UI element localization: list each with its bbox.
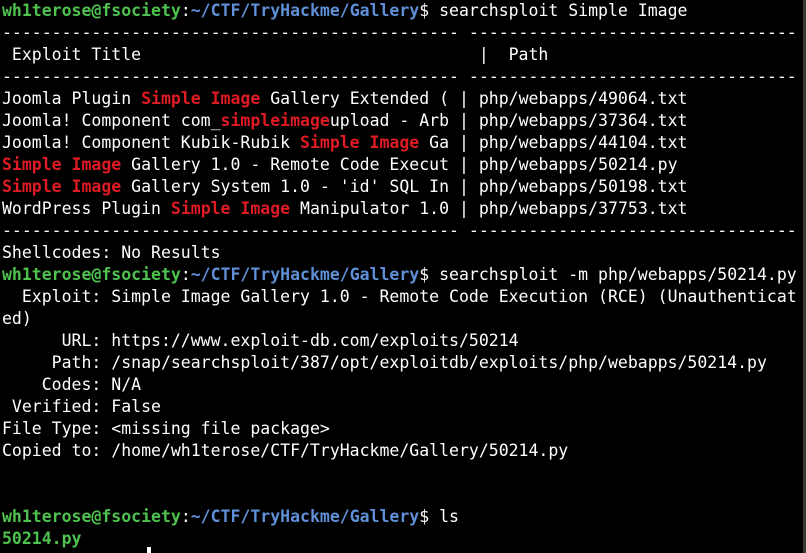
exploit-path: php/webapps/49064.txt <box>478 89 688 108</box>
exploit-path: php/webapps/37364.txt <box>478 111 688 130</box>
prompt-user: wh1terose@fsociety <box>2 1 181 20</box>
search-highlight: simpleimage <box>220 111 330 130</box>
command-text: ls <box>439 507 459 526</box>
table-divider-header: ----------------------------------------… <box>2 67 797 86</box>
codes-line: Codes: N/A <box>2 375 142 394</box>
search-highlight: Simple Image <box>2 155 122 174</box>
exploit-info-wrap: ed) <box>2 309 32 328</box>
table-row: Joomla! Component Kubik-Rubik Simple Ima… <box>2 133 688 152</box>
table-divider-bottom: ----------------------------------------… <box>2 221 797 240</box>
table-row: Simple Image Gallery System 1.0 - 'id' S… <box>2 177 688 196</box>
copied-line: Copied to: /home/wh1terose/CTF/TryHackme… <box>2 441 569 460</box>
prompt-path: ~/CTF/TryHackme/Gallery <box>190 507 420 526</box>
verified-line: Verified: False <box>2 397 161 416</box>
terminal-window[interactable]: wh1terose@fsociety:~/CTF/TryHackme/Galle… <box>0 0 806 553</box>
prompt-user: wh1terose@fsociety <box>2 265 181 284</box>
prompt-path: ~/CTF/TryHackme/Gallery <box>190 1 420 20</box>
exploit-info-line: Exploit: Simple Image Gallery 1.0 - Remo… <box>2 287 797 306</box>
exploit-path: php/webapps/50198.txt <box>478 177 688 196</box>
search-highlight: Simple Image <box>170 199 291 218</box>
exploit-path: php/webapps/37753.txt <box>478 199 688 218</box>
ls-output: 50214.py <box>2 528 806 550</box>
command-text: searchsploit -m php/webapps/50214.py <box>439 265 797 284</box>
command-text: searchsploit Simple Image <box>439 1 688 20</box>
file-entry: 50214.py <box>2 529 82 548</box>
prompt-line-2: wh1terose@fsociety:~/CTF/TryHackme/Galle… <box>2 265 797 284</box>
prompt-line-3: wh1terose@fsociety:~/CTF/TryHackme/Galle… <box>2 507 459 526</box>
filetype-line: File Type: <missing file package> <box>2 419 330 438</box>
table-row: Joomla Plugin Simple Image Gallery Exten… <box>2 89 688 108</box>
search-highlight: Simple Image <box>2 177 122 196</box>
prompt-user: wh1terose@fsociety <box>2 507 181 526</box>
prompt-line-1: wh1terose@fsociety:~/CTF/TryHackme/Galle… <box>2 1 688 20</box>
table-row: WordPress Plugin Simple Image Manipulato… <box>2 199 688 218</box>
url-line: URL: https://www.exploit-db.com/exploits… <box>2 331 519 350</box>
search-highlight: Simple Image <box>300 133 420 152</box>
path-line: Path: /snap/searchsploit/387/opt/exploit… <box>2 353 767 372</box>
table-divider-top: ----------------------------------------… <box>2 23 797 42</box>
cursor-icon <box>147 547 151 553</box>
shellcodes-line: Shellcodes: No Results <box>2 243 221 262</box>
table-row: Simple Image Gallery 1.0 - Remote Code E… <box>2 155 678 174</box>
exploit-path: php/webapps/50214.py <box>478 155 678 174</box>
search-highlight: Simple Image <box>141 89 261 108</box>
exploit-path: php/webapps/44104.txt <box>478 133 688 152</box>
table-header: Exploit Title | Path <box>2 45 549 64</box>
prompt-path: ~/CTF/TryHackme/Gallery <box>190 265 420 284</box>
table-row: Joomla! Component com_simpleimageupload … <box>2 111 688 130</box>
